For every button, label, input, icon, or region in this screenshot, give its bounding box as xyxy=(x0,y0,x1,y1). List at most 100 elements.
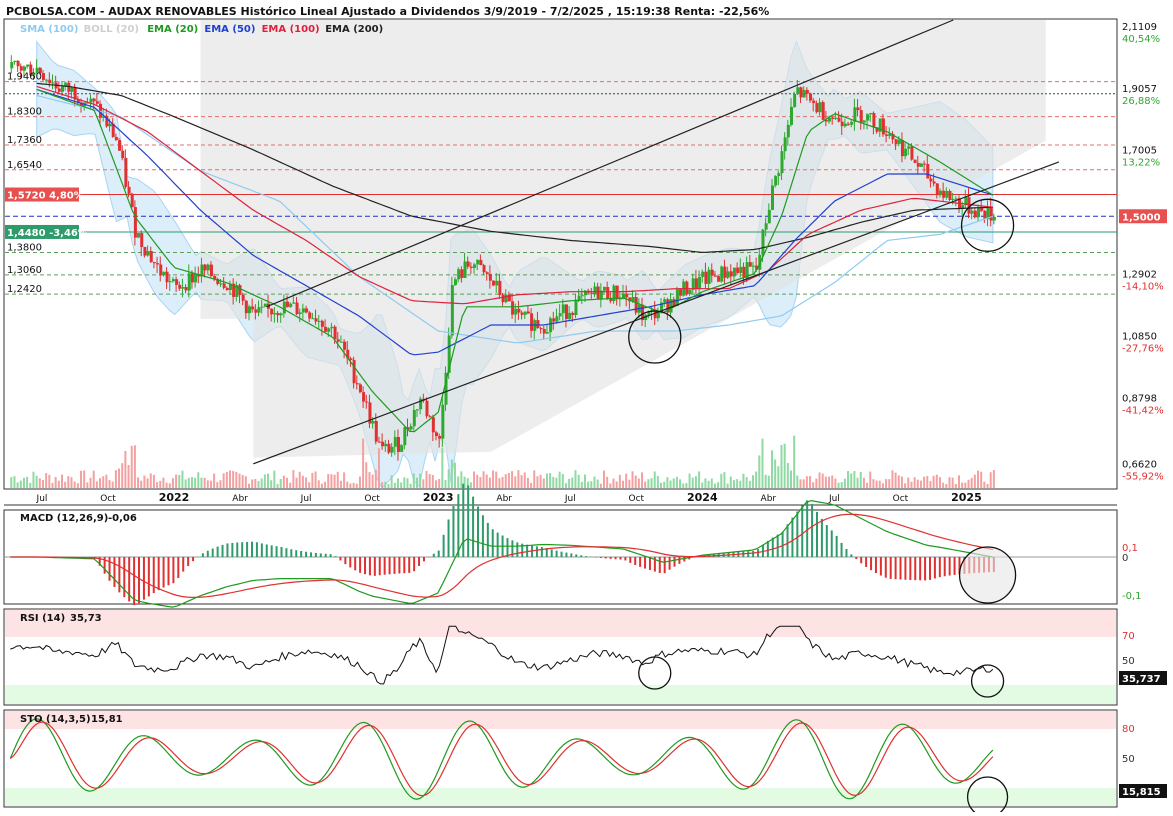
macd-hist-bar xyxy=(138,557,140,603)
macd-hist-bar xyxy=(816,512,818,557)
volume-bar xyxy=(961,483,963,488)
candle-body xyxy=(800,87,803,97)
volume-bar xyxy=(666,477,668,488)
macd-hist-bar xyxy=(806,500,808,557)
rsi-overbought-zone xyxy=(5,610,1116,637)
macd-hist-bar xyxy=(585,556,587,557)
time-axis-label: Jul xyxy=(36,494,48,504)
macd-hist-bar xyxy=(787,524,789,557)
volume-bar xyxy=(391,475,393,488)
volume-bar xyxy=(593,477,595,488)
volume-bar xyxy=(746,477,748,488)
candle-body xyxy=(898,140,901,144)
candle-body xyxy=(226,288,229,290)
volume-bar xyxy=(489,478,491,488)
sto-overbought-zone xyxy=(5,711,1116,729)
candle-body xyxy=(768,210,771,223)
volume-bar xyxy=(229,470,231,488)
candle-body xyxy=(562,304,565,313)
candle-body xyxy=(356,383,359,384)
macd-hist-bar xyxy=(153,557,155,593)
rsi-last-value: 35,737 xyxy=(1122,674,1161,685)
candle-body xyxy=(850,122,853,125)
candle-body xyxy=(568,313,571,319)
volume-bar xyxy=(777,466,779,488)
sto-k-line xyxy=(10,719,993,799)
volume-bar xyxy=(131,446,133,488)
candle-body xyxy=(432,417,435,432)
volume-bar xyxy=(964,483,966,488)
legend-item: EMA (20) xyxy=(147,24,198,35)
candle-body xyxy=(137,233,140,238)
level-label: 1,7360 xyxy=(7,135,42,146)
macd-hist-bar xyxy=(256,542,258,557)
macd-hist-bar xyxy=(605,557,607,558)
chart-title: PCBOLSA.COM - AUDAX RENOVABLES Histórico… xyxy=(6,5,769,18)
macd-hist-bar xyxy=(384,557,386,575)
volume-bar xyxy=(191,477,193,488)
candle-body xyxy=(286,302,289,307)
candle-body xyxy=(914,160,917,163)
volume-bar xyxy=(879,481,881,488)
candle-body xyxy=(334,327,337,340)
volume-bar xyxy=(619,475,621,488)
volume-bar xyxy=(435,480,437,488)
macd-hist-bar xyxy=(339,557,341,560)
candle-body xyxy=(993,217,996,221)
candle-body xyxy=(955,198,958,199)
volume-bar xyxy=(302,476,304,488)
candle-body xyxy=(26,65,29,67)
candle-body xyxy=(242,295,245,301)
macd-hist-bar xyxy=(659,557,661,573)
volume-bar xyxy=(663,482,665,488)
volume-bar xyxy=(188,478,190,488)
macd-hist-bar xyxy=(870,557,872,570)
candle-body xyxy=(692,278,695,289)
candle-body xyxy=(502,295,505,302)
volume-bar xyxy=(698,471,700,488)
sto-tick-80: 80 xyxy=(1122,724,1135,735)
candle-body xyxy=(384,444,387,446)
candle-body xyxy=(761,230,764,255)
volume-bar xyxy=(977,471,979,488)
volume-bar xyxy=(847,471,849,488)
volume-bar xyxy=(223,473,225,488)
volume-bar xyxy=(292,470,294,488)
candle-body xyxy=(977,208,980,217)
candle-body xyxy=(147,251,150,256)
volume-bar xyxy=(929,481,931,488)
volume-bar xyxy=(733,480,735,488)
volume-bar xyxy=(451,460,453,488)
volume-bar xyxy=(584,475,586,488)
volume-bar xyxy=(641,472,643,488)
candle-body xyxy=(689,290,692,294)
level-label: 1,2420 xyxy=(7,284,42,295)
volume-bar xyxy=(23,478,25,488)
volume-bar xyxy=(327,474,329,488)
time-axis-label: Oct xyxy=(364,494,380,504)
volume-bar xyxy=(254,479,256,488)
macd-hist-bar xyxy=(266,544,268,557)
volume-bar xyxy=(654,471,656,488)
candle-body xyxy=(90,99,93,103)
volume-bar xyxy=(993,470,995,488)
macd-hist-bar xyxy=(359,557,361,573)
volume-bar xyxy=(318,480,320,488)
volume-bar xyxy=(219,480,221,488)
candle-body xyxy=(505,295,508,302)
candle-body xyxy=(261,307,264,308)
candle-body xyxy=(790,107,793,125)
volume-bar xyxy=(166,483,168,488)
candle-body xyxy=(780,151,783,173)
macd-hist-bar xyxy=(398,557,400,574)
volume-bar xyxy=(660,483,662,488)
volume-bar xyxy=(815,479,817,488)
volume-bar xyxy=(29,483,31,488)
macd-hist-bar xyxy=(477,507,479,557)
volume-bar xyxy=(204,478,206,488)
volume-bar xyxy=(425,471,427,488)
macd-hist-bar xyxy=(850,554,852,557)
candle-body xyxy=(299,312,302,314)
volume-bar xyxy=(124,451,126,488)
volume-bar xyxy=(105,475,107,488)
